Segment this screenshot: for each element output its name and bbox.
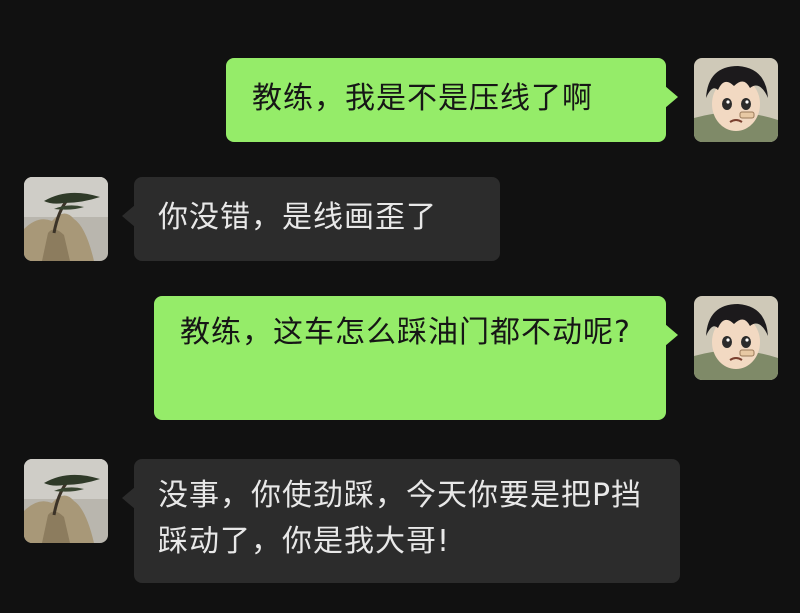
anime-boy-avatar[interactable]	[694, 296, 778, 380]
bubble-tail	[122, 205, 135, 227]
pine-tree-cliff-avatar[interactable]	[24, 459, 108, 543]
message-text: 教练，这车怎么踩油门都不动呢?	[180, 315, 631, 350]
message-text: 你没错，是线画歪了	[158, 200, 437, 235]
message-bubble-outgoing[interactable]: 教练，这车怎么踩油门都不动呢?	[154, 296, 678, 420]
bubble-tail	[665, 86, 678, 108]
message-bubble-incoming[interactable]: 你没错，是线画歪了	[122, 177, 500, 261]
message-bubble-outgoing[interactable]: 教练，我是不是压线了啊	[226, 58, 678, 142]
message-text: 教练，我是不是压线了啊	[252, 81, 593, 116]
message-bubble-incoming[interactable]: 没事，你使劲踩，今天你要是把P挡踩动了，你是我大哥!	[122, 459, 680, 583]
pine-tree-cliff-avatar[interactable]	[24, 177, 108, 261]
bubble-tail	[665, 324, 678, 346]
chat-view: 教练，我是不是压线了啊 你没错，是线画歪了 教练，这车怎么踩油门都不动呢? 没事…	[0, 0, 800, 613]
message-text: 没事，你使劲踩，今天你要是把P挡踩动了，你是我大哥!	[158, 478, 643, 559]
bubble-tail	[122, 487, 135, 509]
anime-boy-avatar[interactable]	[694, 58, 778, 142]
